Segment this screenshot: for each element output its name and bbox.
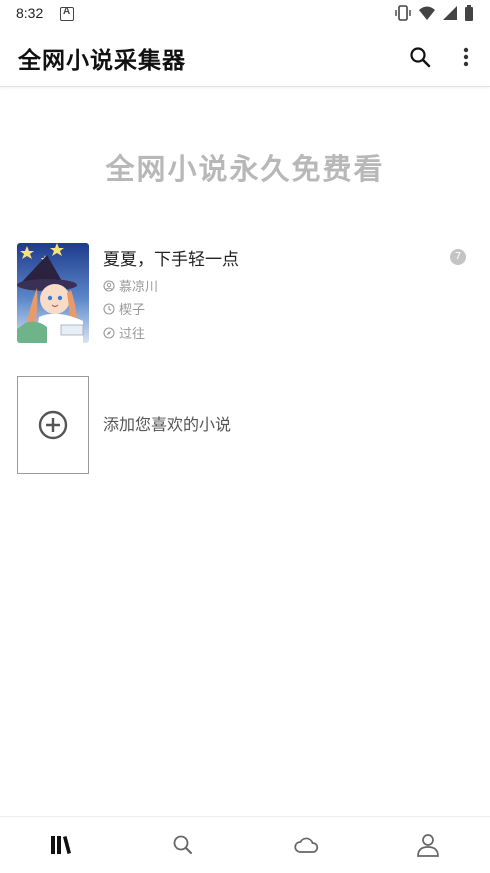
nav-cloud[interactable] [245,817,367,873]
add-book-label[interactable]: 添加您喜欢的小说 [103,411,231,435]
book-title[interactable]: 夏夏，下手轻一点 [103,245,239,270]
bookshelf-icon [51,836,71,854]
book-author: 慕凉川 [119,280,159,295]
profile-icon [417,834,439,857]
search-icon [173,835,192,854]
notification-a-icon [60,6,74,21]
nav-profile[interactable] [367,817,489,873]
book-author-row: 慕凉川 [103,276,158,295]
status-time: 8:32 [16,5,44,21]
book-progress-row: 过往 [103,323,145,342]
nav-bookshelf[interactable] [0,817,122,873]
signal-icon [443,6,457,20]
app-title: 全网小说采集器 [18,48,186,74]
add-circle-icon [38,410,68,440]
add-book-item[interactable]: 添加您喜欢的小说 [17,376,473,474]
cloud-icon [294,837,319,853]
wifi-icon [419,6,435,20]
book-latest-row: 楔子 [103,299,145,318]
book-latest-chapter: 楔子 [119,303,146,318]
status-bar: 8:32 [0,0,490,28]
clock-icon [103,302,115,315]
book-cover[interactable] [17,243,89,343]
system-icons [394,4,474,22]
promo-banner: 全网小说永久免费看 [105,152,385,186]
app-bar: 全网小说采集器 [0,28,490,87]
book-item[interactable]: 夏夏，下手轻一点 慕凉川 楔子 过往 7 [17,243,473,343]
vibrate-icon [395,5,411,21]
compass-icon [103,326,115,339]
author-icon [103,279,115,292]
unread-badge: 7 [450,249,466,265]
battery-icon [465,5,473,21]
nav-search[interactable] [122,817,244,873]
book-last-read: 过往 [119,327,146,342]
more-vert-icon[interactable] [456,45,476,69]
bottom-nav [0,816,490,873]
search-icon[interactable] [408,45,432,69]
